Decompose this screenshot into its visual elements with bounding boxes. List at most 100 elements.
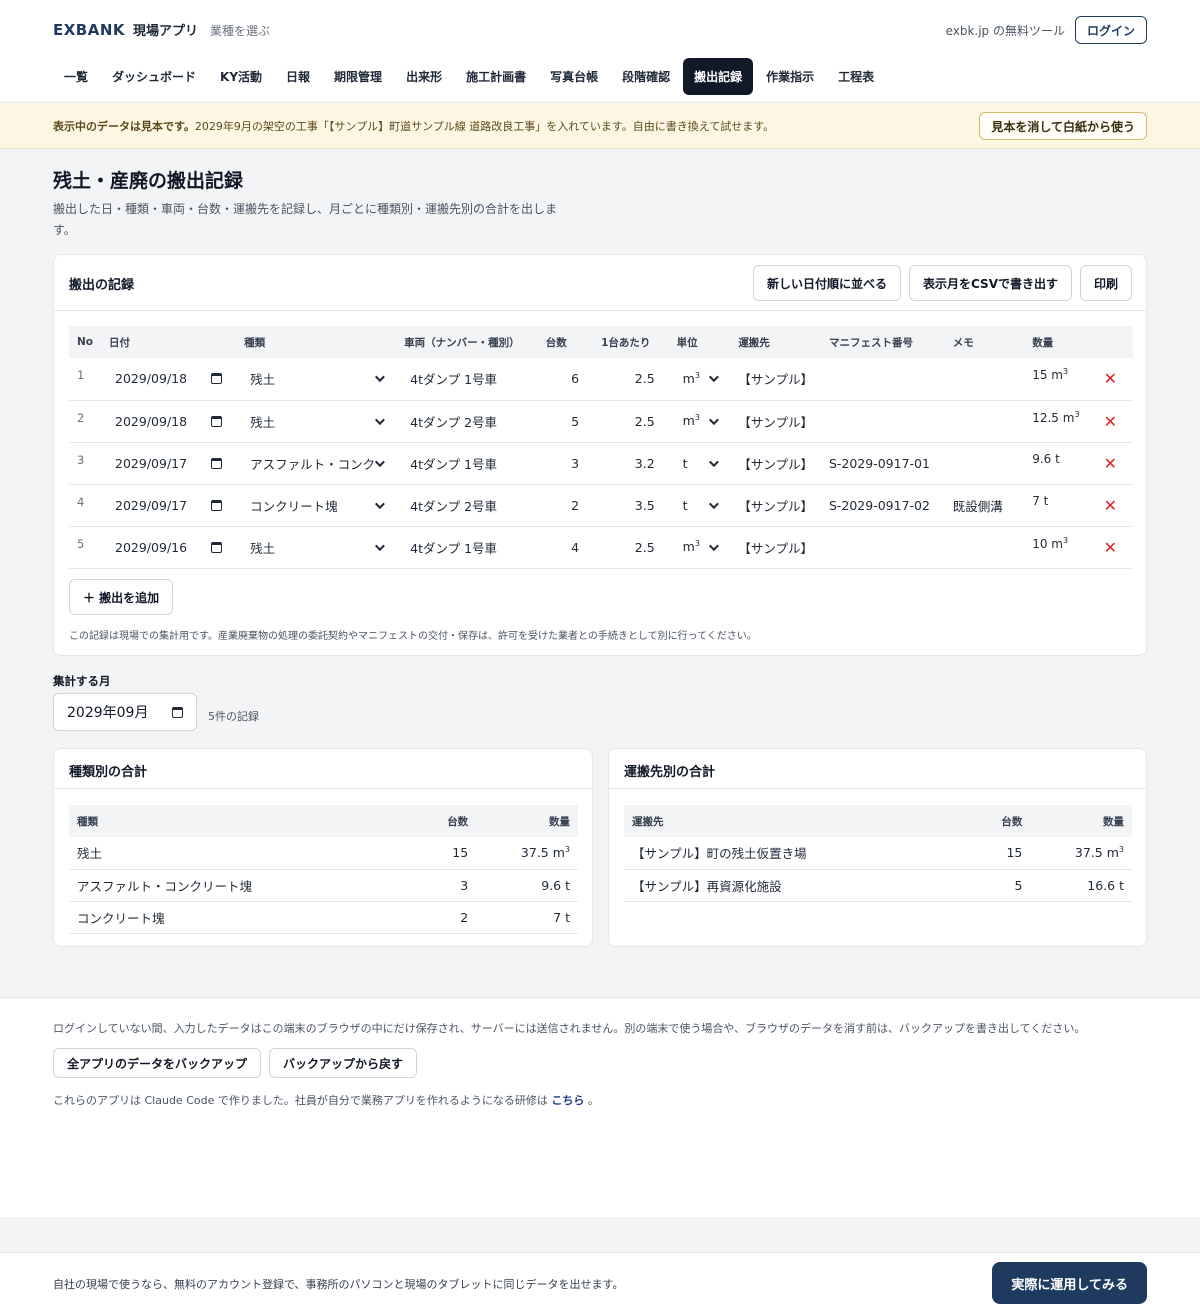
destination-input[interactable]: 【サンプル】 <box>730 442 821 485</box>
print-button[interactable]: 印刷 <box>1079 265 1132 301</box>
top-right: exbk.jp の無料ツール ログイン <box>946 16 1147 44</box>
backup-button[interactable]: 全アプリのデータをバックアップ <box>53 1048 262 1078</box>
type-select[interactable]: コンクリート塊 <box>244 496 388 515</box>
memo-input[interactable] <box>944 358 1025 401</box>
vehicle-input[interactable]: 4tダンプ 2号車 <box>396 400 538 443</box>
nav-tab[interactable]: 日報 <box>275 58 321 95</box>
per-unit-input[interactable]: 3.2 <box>593 442 669 485</box>
delete-row-icon[interactable]: ✕ <box>1087 526 1133 569</box>
delete-row-icon[interactable]: ✕ <box>1087 400 1133 443</box>
per-unit-input[interactable]: 3.5 <box>593 484 669 527</box>
nav-tab[interactable]: ダッシュボード <box>101 58 207 95</box>
memo-input[interactable] <box>944 442 1025 485</box>
date-input[interactable]: 2029/09/17 <box>109 498 228 513</box>
count-input[interactable]: 5 <box>537 400 594 443</box>
nav-tab[interactable]: 期限管理 <box>323 58 393 95</box>
month-input[interactable]: 2029年09月 <box>53 693 197 731</box>
app-name: 現場アプリ <box>133 24 199 39</box>
unit-select[interactable]: t <box>677 498 723 513</box>
memo-input[interactable] <box>944 526 1025 569</box>
unit-cell: m3 <box>668 526 731 569</box>
count-input[interactable]: 6 <box>537 358 594 401</box>
date-input[interactable]: 2029/09/17 <box>109 456 228 471</box>
try-operation-button[interactable]: 実際に運用してみる <box>992 1262 1147 1304</box>
memo-input[interactable] <box>944 400 1025 443</box>
nav-tab[interactable]: 工程表 <box>827 58 885 95</box>
type-select[interactable]: 残土 <box>244 369 388 388</box>
unit-select[interactable]: m3 <box>677 371 723 386</box>
per-unit-input[interactable]: 2.5 <box>593 400 669 443</box>
records-col-header: No <box>69 326 102 358</box>
summary-count: 5 <box>928 869 1031 902</box>
manifest-input[interactable] <box>820 400 945 443</box>
vehicle-value: 4tダンプ 1号車 <box>410 456 498 472</box>
calendar-icon[interactable] <box>211 541 223 553</box>
backup-buttons: 全アプリのデータをバックアップ バックアップから戻す <box>53 1048 418 1078</box>
manifest-input[interactable] <box>820 526 945 569</box>
signup-note: 自社の現場で使うなら、無料のアカウント登録で、事務所のパソコンと現場のタブレット… <box>53 1278 624 1291</box>
vehicle-input[interactable]: 4tダンプ 1号車 <box>396 358 538 401</box>
destination-input[interactable]: 【サンプル】 <box>730 526 821 569</box>
date-input[interactable]: 2029/09/16 <box>109 540 228 555</box>
nav-tab[interactable]: 搬出記録 <box>683 58 754 95</box>
clear-sample-button[interactable]: 見本を消して白紙から使う <box>979 112 1147 140</box>
training-link[interactable]: こちら <box>551 1094 584 1107</box>
nav-tab[interactable]: 施工計画書 <box>455 58 537 95</box>
vehicle-input[interactable]: 4tダンプ 2号車 <box>396 484 538 527</box>
choose-industry-link[interactable]: 業種を選ぶ <box>210 22 270 39</box>
nav-tab[interactable]: 一覧 <box>53 58 99 95</box>
calendar-icon[interactable] <box>211 373 223 385</box>
export-csv-button[interactable]: 表示月をCSVで書き出す <box>909 265 1072 301</box>
nav-tab[interactable]: KY活動 <box>209 58 273 95</box>
manifest-input[interactable]: S-2029-0917-01 <box>820 442 945 485</box>
records-table-wrap: No 日付 種類 車両（ナンバー・種別） 台数 1台あたり 単位 運搬先 マニフェスト番号 メモ数… <box>69 326 1133 569</box>
destination-input[interactable]: 【サンプル】 <box>730 358 821 401</box>
per-unit-input[interactable]: 2.5 <box>593 526 669 569</box>
date-input[interactable]: 2029/09/18 <box>109 371 228 386</box>
type-cell: アスファルト・コンク! <box>236 442 397 485</box>
nav-tab[interactable]: 段階確認 <box>611 58 681 95</box>
delete-row-icon[interactable]: ✕ <box>1087 484 1133 527</box>
table-row: 【サンプル】町の残土仮置き場 15 37.5 m3 <box>624 837 1132 870</box>
type-value: 残土 <box>250 372 276 388</box>
calendar-icon[interactable] <box>211 415 223 427</box>
sort-newest-button[interactable]: 新しい日付順に並べる <box>753 265 902 301</box>
date-input[interactable]: 2029/09/18 <box>109 414 228 429</box>
vehicle-value: 4tダンプ 2号車 <box>410 498 498 514</box>
type-select[interactable]: アスファルト・コンク! <box>244 454 388 473</box>
type-select[interactable]: 残土 <box>244 538 388 557</box>
delete-row-icon[interactable]: ✕ <box>1087 442 1133 485</box>
superscript: 3 <box>694 413 700 423</box>
vehicle-input[interactable]: 4tダンプ 1号車 <box>396 442 538 485</box>
add-record-button[interactable]: ＋ 搬出を追加 <box>69 579 174 615</box>
app-nav: 一覧 ダッシュボード KY活動 日報 期限管理 出来形 施工計画書 写真台帳 段階確認 搬出記録作… <box>53 58 885 95</box>
count-input[interactable]: 3 <box>537 442 594 485</box>
nav-tab[interactable]: 出来形 <box>395 58 453 95</box>
destination-input[interactable]: 【サンプル】 <box>730 400 821 443</box>
login-button[interactable]: ログイン <box>1074 16 1147 44</box>
calendar-icon[interactable] <box>172 706 183 718</box>
restore-button[interactable]: バックアップから戻す <box>269 1048 418 1078</box>
records-col-header: 台数 <box>537 326 594 358</box>
chevron-down-icon <box>709 372 720 383</box>
manifest-input[interactable] <box>820 358 945 401</box>
date-cell: 2029/09/18 <box>101 358 237 401</box>
per-unit-input[interactable]: 2.5 <box>593 358 669 401</box>
delete-row-icon[interactable]: ✕ <box>1087 358 1133 401</box>
calendar-icon[interactable] <box>211 499 223 511</box>
records-title: 搬出の記録 <box>69 278 135 293</box>
brand-logo[interactable]: EXBANK <box>53 21 125 39</box>
manifest-input[interactable]: S-2029-0917-02 <box>820 484 945 527</box>
type-select[interactable]: 残土 <box>244 412 388 431</box>
unit-select[interactable]: m3 <box>677 413 723 429</box>
memo-input[interactable]: 既設側溝 <box>944 484 1025 527</box>
unit-select[interactable]: m3 <box>677 539 723 555</box>
nav-tab[interactable]: 作業指示 <box>755 58 825 95</box>
calendar-icon[interactable] <box>211 457 223 469</box>
destination-input[interactable]: 【サンプル】 <box>730 484 821 527</box>
count-input[interactable]: 4 <box>537 526 594 569</box>
unit-select[interactable]: t <box>677 456 723 471</box>
vehicle-input[interactable]: 4tダンプ 1号車 <box>396 526 538 569</box>
nav-tab[interactable]: 写真台帳 <box>539 58 609 95</box>
count-input[interactable]: 2 <box>537 484 594 527</box>
